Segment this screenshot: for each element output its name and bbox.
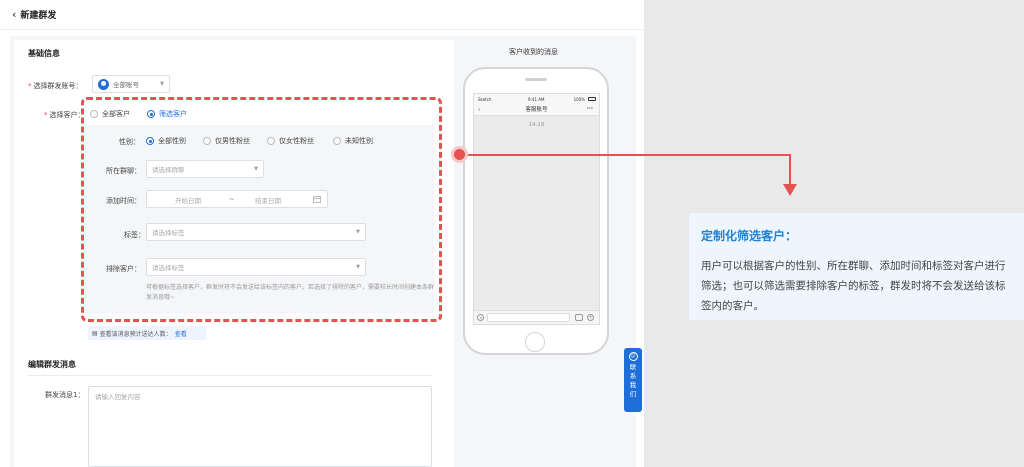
callout-body: 用户可以根据客户的性别、所在群聊、添加时间和标签对客户进行筛选；也可以筛选需要排… (701, 260, 1006, 312)
chat-bubble-icon: ☺ (628, 352, 638, 361)
contact-us-tab[interactable]: ☺ 联系我们 (624, 348, 642, 412)
callout-title: 定制化筛选客户： (701, 229, 798, 243)
callout-box: 定制化筛选客户： 用户可以根据客户的性别、所在群聊、添加时间和标签对客户进行筛选… (689, 213, 1024, 320)
marker-dot (451, 146, 468, 163)
contact-us-label: 联系我们 (629, 363, 637, 398)
